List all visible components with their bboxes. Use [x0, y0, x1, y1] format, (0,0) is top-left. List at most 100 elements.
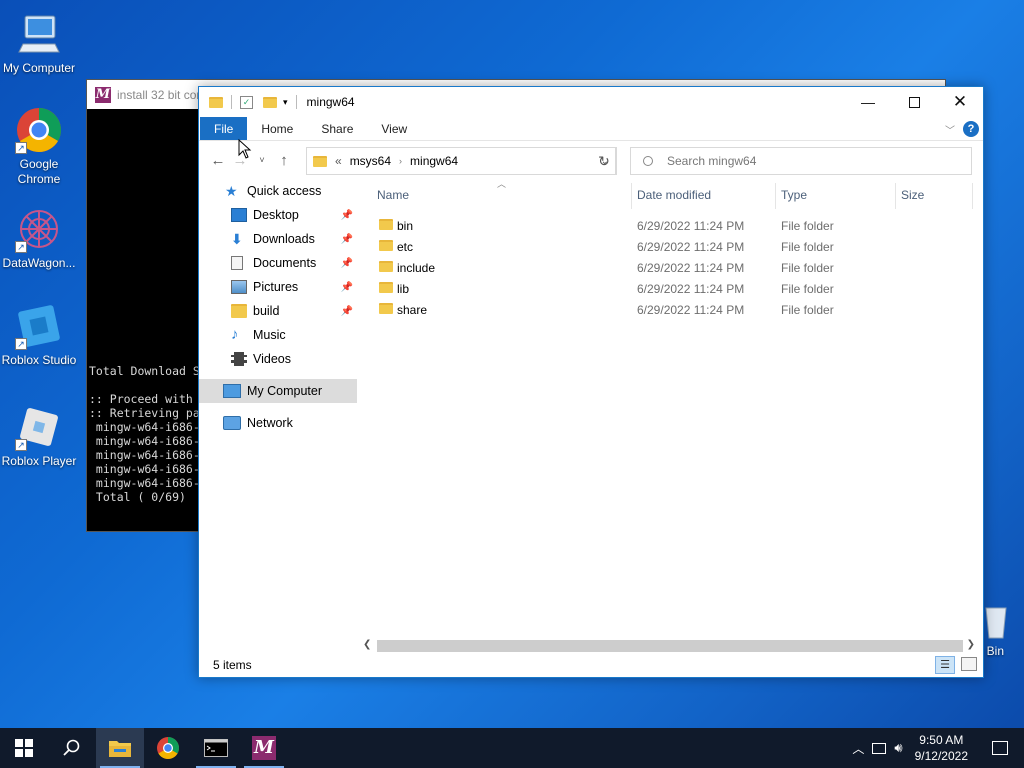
file-row[interactable]: lib 6/29/2022 11:24 PM File folder	[369, 278, 975, 299]
breadcrumb-separator-icon: ›	[399, 156, 403, 166]
search-icon	[63, 739, 80, 756]
folder-icon	[379, 219, 393, 230]
address-overflow[interactable]: «	[335, 154, 342, 168]
desktop-icon	[231, 208, 247, 222]
search-icon	[643, 156, 653, 166]
explorer-titlebar[interactable]: ✓ ▾ mingw64 — ✕	[199, 87, 983, 117]
breadcrumb-msys64[interactable]: msys64	[350, 154, 391, 168]
file-rows: bin 6/29/2022 11:24 PM File folder etc 6/29/…	[369, 215, 975, 320]
column-header-size[interactable]: Size	[901, 188, 924, 202]
tab-home[interactable]: Home	[247, 117, 307, 140]
customize-qa-dropdown-icon[interactable]: ▾	[283, 97, 288, 108]
scrollbar-thumb[interactable]	[377, 640, 963, 652]
nav-quick-access[interactable]: ★ Quick access	[199, 179, 357, 203]
monitor-icon	[223, 384, 241, 398]
file-row[interactable]: etc 6/29/2022 11:24 PM File folder	[369, 236, 975, 257]
tab-share[interactable]: Share	[307, 117, 367, 140]
back-button[interactable]: ←	[207, 152, 229, 169]
column-headers: ︿ Name Date modified Type Size	[369, 179, 975, 213]
file-row[interactable]: include 6/29/2022 11:24 PM File folder	[369, 257, 975, 278]
volume-icon[interactable]: 🔊︎	[894, 740, 902, 756]
pin-icon[interactable]: 📌	[341, 234, 353, 245]
breadcrumb-mingw64[interactable]: mingw64	[410, 154, 458, 168]
desktop-icon-datawagon[interactable]: ↗ DataWagon...	[0, 205, 78, 271]
folder-icon	[379, 282, 393, 293]
file-row[interactable]: bin 6/29/2022 11:24 PM File folder	[369, 215, 975, 236]
up-button[interactable]: ↑	[273, 152, 295, 169]
column-divider[interactable]	[895, 183, 896, 209]
search-button[interactable]	[48, 728, 96, 768]
properties-icon[interactable]: ✓	[240, 95, 253, 109]
scroll-right-icon[interactable]: ❯	[967, 639, 975, 650]
notifications-icon[interactable]	[992, 741, 1008, 755]
item-count: 5 items	[213, 658, 252, 672]
help-icon[interactable]: ?	[963, 121, 979, 137]
file-date-modified: 6/29/2022 11:24 PM	[637, 261, 745, 275]
desktop-icon-label: Google Chrome	[17, 157, 61, 186]
music-note-icon: ♪	[231, 326, 239, 343]
nav-item-desktop[interactable]: Desktop 📌	[199, 203, 357, 227]
taskbar-command-prompt[interactable]	[192, 728, 240, 768]
new-folder-icon[interactable]	[263, 96, 277, 108]
desktop-icon-google-chrome[interactable]: ↗ Google Chrome	[0, 106, 78, 187]
column-header-date-modified[interactable]: Date modified	[637, 188, 711, 202]
pin-icon[interactable]: 📌	[341, 210, 353, 221]
column-header-type[interactable]: Type	[781, 188, 807, 202]
file-date-modified: 6/29/2022 11:24 PM	[637, 219, 745, 233]
shortcut-arrow-icon: ↗	[15, 241, 27, 253]
nav-my-computer[interactable]: My Computer	[199, 379, 357, 403]
file-explorer-window[interactable]: ✓ ▾ mingw64 — ✕ File Home Share View ﹀ ?…	[198, 86, 984, 678]
pin-icon[interactable]: 📌	[341, 306, 353, 317]
column-divider[interactable]	[775, 183, 776, 209]
tab-view[interactable]: View	[367, 117, 421, 140]
msys-icon: M	[252, 736, 276, 760]
nav-item-downloads[interactable]: ⬇ Downloads 📌	[199, 227, 357, 251]
details-view-icon[interactable]: ☰	[935, 656, 955, 674]
scroll-left-icon[interactable]: ❮	[363, 639, 371, 650]
nav-label: Desktop	[253, 208, 299, 222]
desktop-icon-label: Roblox Player	[1, 454, 77, 468]
taskbar-file-explorer[interactable]	[96, 728, 144, 768]
folder-icon	[379, 240, 393, 251]
close-button[interactable]: ✕	[937, 87, 983, 117]
nav-item-music[interactable]: ♪ Music	[199, 323, 357, 347]
windows-logo-icon	[15, 739, 33, 757]
folder-icon[interactable]	[209, 96, 223, 108]
nav-item-videos[interactable]: Videos	[199, 347, 357, 371]
desktop-icon-roblox-player[interactable]: ↗ Roblox Player	[0, 403, 78, 469]
pin-icon[interactable]: 📌	[341, 258, 353, 269]
expand-ribbon-icon[interactable]: ﹀	[945, 122, 955, 137]
nav-network[interactable]: Network	[199, 411, 357, 435]
search-input[interactable]: Search mingw64	[630, 147, 972, 175]
pin-icon[interactable]: 📌	[341, 282, 353, 293]
column-divider[interactable]	[972, 183, 973, 209]
refresh-button[interactable]: ↻	[592, 147, 617, 175]
nav-item-pictures[interactable]: Pictures 📌	[199, 275, 357, 299]
minimize-button[interactable]: —	[845, 87, 891, 117]
nav-item-build[interactable]: build 📌	[199, 299, 357, 323]
star-icon: ★	[225, 183, 238, 199]
column-divider[interactable]	[631, 183, 632, 209]
maximize-button[interactable]	[891, 87, 937, 117]
file-type: File folder	[781, 240, 834, 254]
nav-item-documents[interactable]: Documents 📌	[199, 251, 357, 275]
desktop-icon-my-computer[interactable]: My Computer	[0, 10, 78, 76]
nav-label: My Computer	[247, 384, 323, 398]
taskbar-chrome[interactable]	[144, 728, 192, 768]
clock[interactable]: 9:50 AM 9/12/2022	[915, 732, 968, 764]
large-icons-view-icon[interactable]	[961, 657, 977, 671]
system-tray: ︿ 🔊︎ 9:50 AM 9/12/2022	[852, 728, 1024, 768]
address-bar[interactable]: « msys64 › mingw64 ⌄	[306, 147, 616, 175]
column-header-name[interactable]: Name	[377, 188, 409, 202]
tab-file[interactable]: File	[200, 117, 248, 140]
file-row[interactable]: share 6/29/2022 11:24 PM File folder	[369, 299, 975, 320]
desktop-icon-roblox-studio[interactable]: ↗ Roblox Studio	[0, 302, 78, 368]
nav-label: build	[253, 304, 280, 318]
file-date-modified: 6/29/2022 11:24 PM	[637, 303, 745, 317]
network-status-icon[interactable]	[872, 742, 887, 754]
start-button[interactable]	[0, 728, 48, 768]
recent-locations-dropdown-icon[interactable]: ˅	[251, 155, 273, 165]
ribbon-tabs: File Home Share View ﹀ ?	[199, 117, 983, 141]
taskbar-msys[interactable]: M	[240, 728, 288, 768]
show-hidden-icons-icon[interactable]: ︿	[852, 740, 864, 757]
